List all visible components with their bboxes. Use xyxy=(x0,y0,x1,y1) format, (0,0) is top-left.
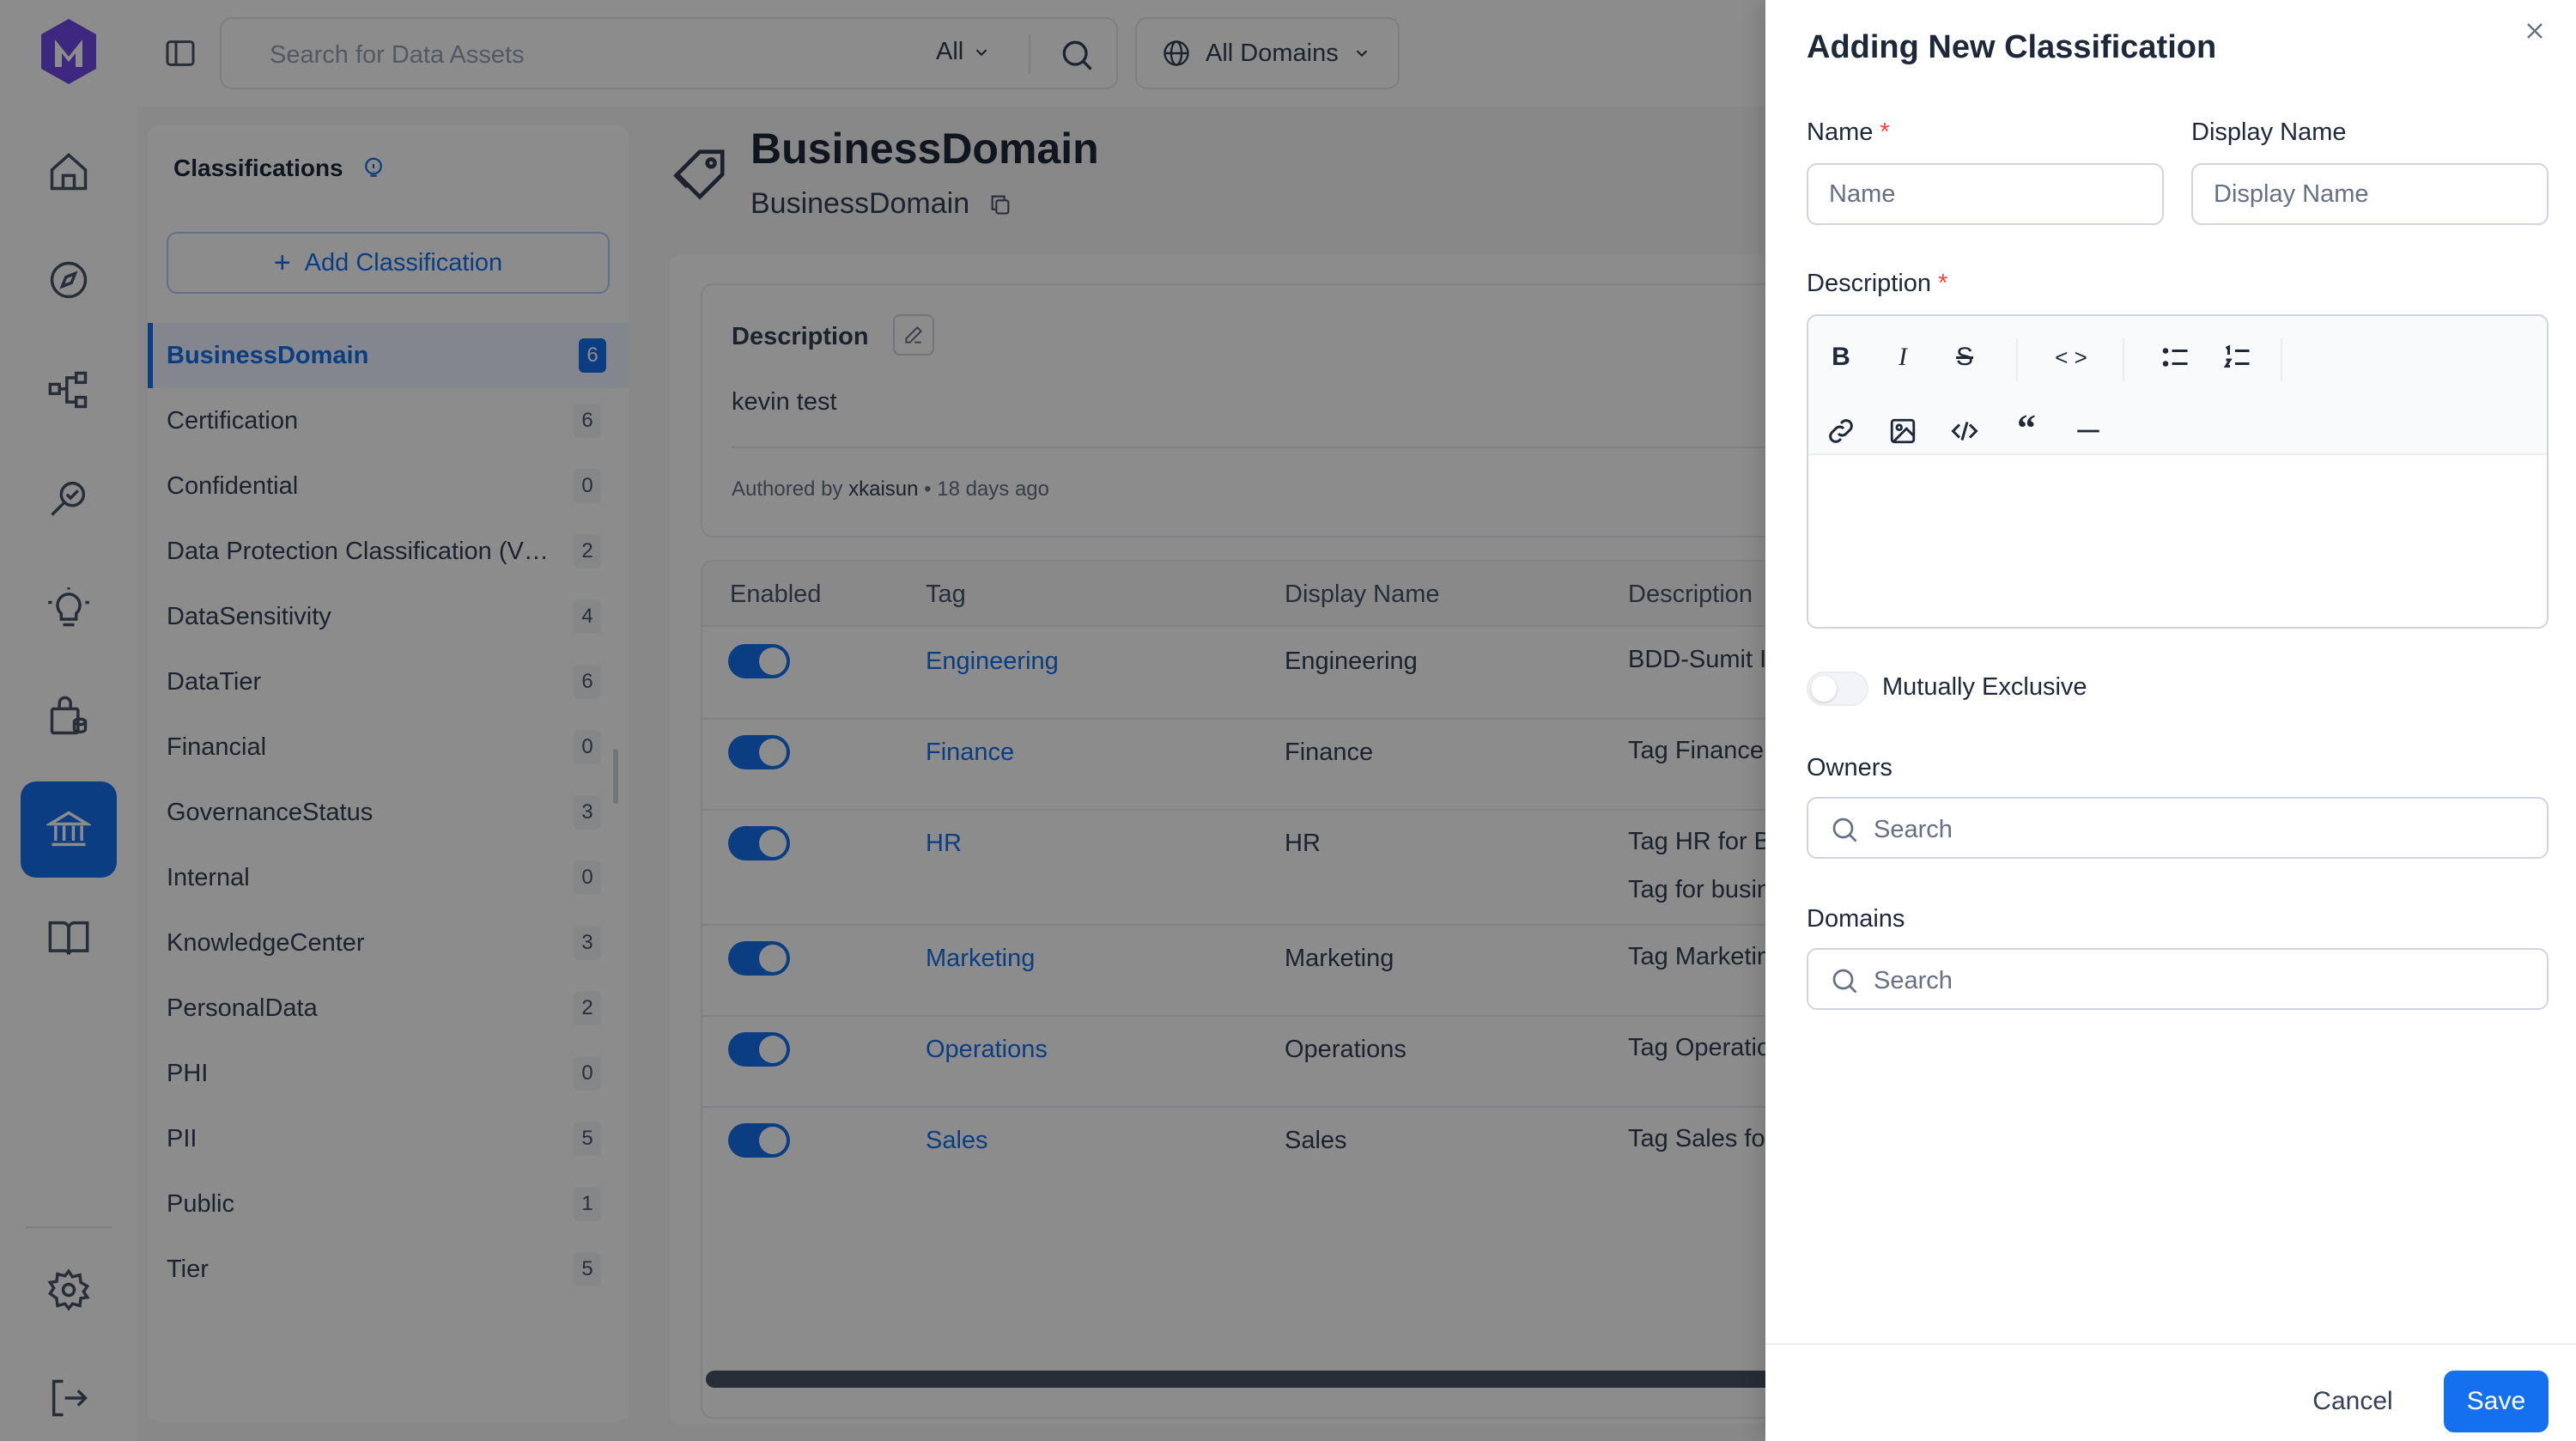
toolbar-separator xyxy=(2016,338,2018,381)
owners-search xyxy=(1807,797,2549,859)
bold-icon[interactable]: B xyxy=(1822,338,1860,376)
horizontal-rule-icon[interactable] xyxy=(2069,412,2107,450)
italic-icon[interactable]: I xyxy=(1884,338,1922,376)
name-field-label: Name * xyxy=(1807,119,1890,147)
description-label-text: Description xyxy=(1807,270,1932,297)
required-marker: * xyxy=(1880,119,1890,146)
editor-toolbar: B I S < > “ xyxy=(1808,316,2547,455)
strikethrough-icon[interactable]: S xyxy=(1946,338,1984,376)
cancel-button[interactable]: Cancel xyxy=(2291,1371,2415,1432)
quote-icon[interactable]: “ xyxy=(2008,407,2045,449)
mutually-exclusive-toggle[interactable] xyxy=(1807,672,1868,706)
domains-field-label: Domains xyxy=(1807,905,1905,933)
display-name-field-label: Display Name xyxy=(2191,119,2347,146)
toolbar-separator xyxy=(2281,338,2282,381)
numbered-list-icon[interactable] xyxy=(2219,338,2257,376)
close-icon[interactable] xyxy=(2521,17,2549,45)
search-icon xyxy=(1832,818,1857,842)
drawer-footer-divider xyxy=(1765,1343,2576,1345)
description-editor: B I S < > “ xyxy=(1807,314,2549,629)
drawer-title: Adding New Classification xyxy=(1807,29,2217,65)
code-block-icon[interactable] xyxy=(1946,412,1984,450)
owners-label: Owners xyxy=(1807,754,1893,781)
link-icon[interactable] xyxy=(1822,412,1860,450)
inline-code-icon[interactable]: < > xyxy=(2052,338,2090,376)
owners-search-input[interactable] xyxy=(1874,812,2475,847)
search-icon xyxy=(1832,969,1857,994)
description-field-label: Description * xyxy=(1807,270,1947,298)
required-marker: * xyxy=(1938,270,1948,297)
domains-search-input[interactable] xyxy=(1874,964,2475,998)
mutually-exclusive-label: Mutually Exclusive xyxy=(1882,673,2087,701)
save-button[interactable]: Save xyxy=(2444,1371,2549,1432)
toolbar-separator xyxy=(2123,338,2124,381)
description-editor-body[interactable] xyxy=(1808,457,2547,627)
add-classification-drawer: Adding New Classification Name* Display … xyxy=(1765,0,2576,1441)
display-name-input[interactable] xyxy=(2191,163,2549,225)
domains-search xyxy=(1807,948,2549,1010)
name-label-text: Name xyxy=(1807,119,1874,146)
bullet-list-icon[interactable] xyxy=(2157,338,2195,376)
image-icon[interactable] xyxy=(1884,412,1922,450)
app-root: All All Domains Classifications + Add Cl… xyxy=(0,0,2576,1441)
name-input[interactable] xyxy=(1807,163,2164,225)
